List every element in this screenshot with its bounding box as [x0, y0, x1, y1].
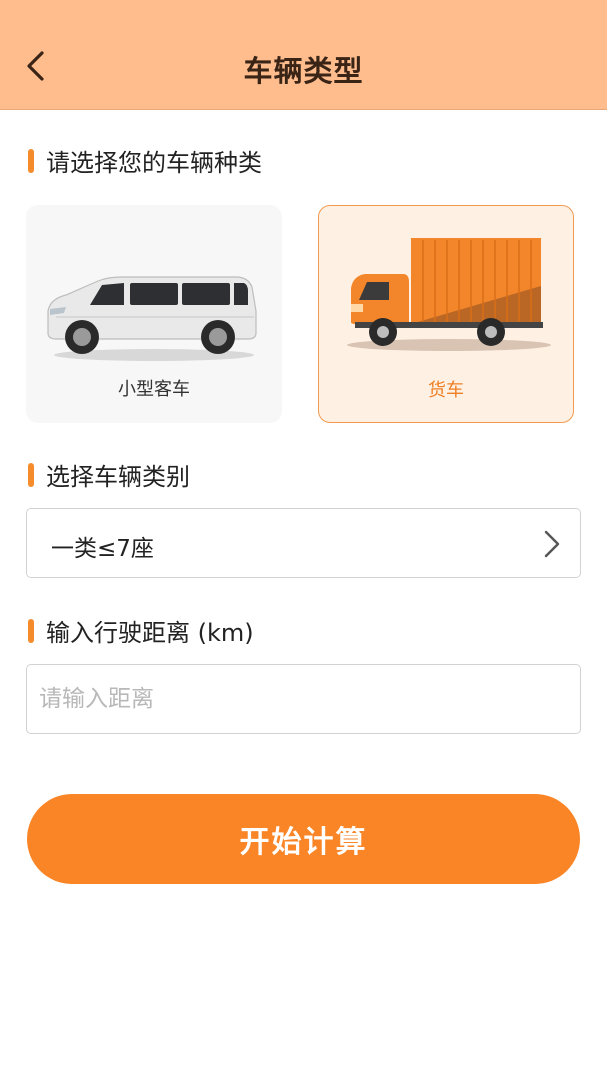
page-title: 车辆类型: [243, 54, 364, 88]
selected-category-value: 一类≤7座: [51, 536, 154, 562]
distance-title-text: 输入行驶距离 (km): [46, 619, 254, 647]
truck-image: [347, 238, 551, 351]
distance-input[interactable]: [26, 664, 581, 734]
category-title-text: 选择车辆类别: [46, 463, 190, 491]
start-calculation-button[interactable]: 开始计算: [27, 794, 580, 884]
app-header: 车辆类型: [0, 0, 607, 110]
vehicle-option-truck[interactable]: 货车: [318, 205, 574, 423]
section-accent-bar: [28, 462, 34, 487]
chevron-right-icon: [544, 530, 560, 558]
section-accent-bar: [28, 618, 34, 643]
vehicle-option-minivan[interactable]: 小型客车: [26, 205, 282, 423]
vehicle-kind-section-title: 请选择您的车辆种类: [28, 143, 262, 178]
vehicle-option-label: 货车: [428, 380, 464, 401]
vehicle-kind-title-text: 请选择您的车辆种类: [46, 149, 262, 177]
section-accent-bar: [28, 148, 34, 173]
vehicle-category-select[interactable]: 一类≤7座: [26, 508, 581, 578]
distance-section-title: 输入行驶距离 (km): [28, 613, 254, 648]
vehicle-option-label: 小型客车: [118, 379, 190, 400]
category-section-title: 选择车辆类别: [28, 457, 190, 492]
minivan-image: [47, 276, 257, 361]
